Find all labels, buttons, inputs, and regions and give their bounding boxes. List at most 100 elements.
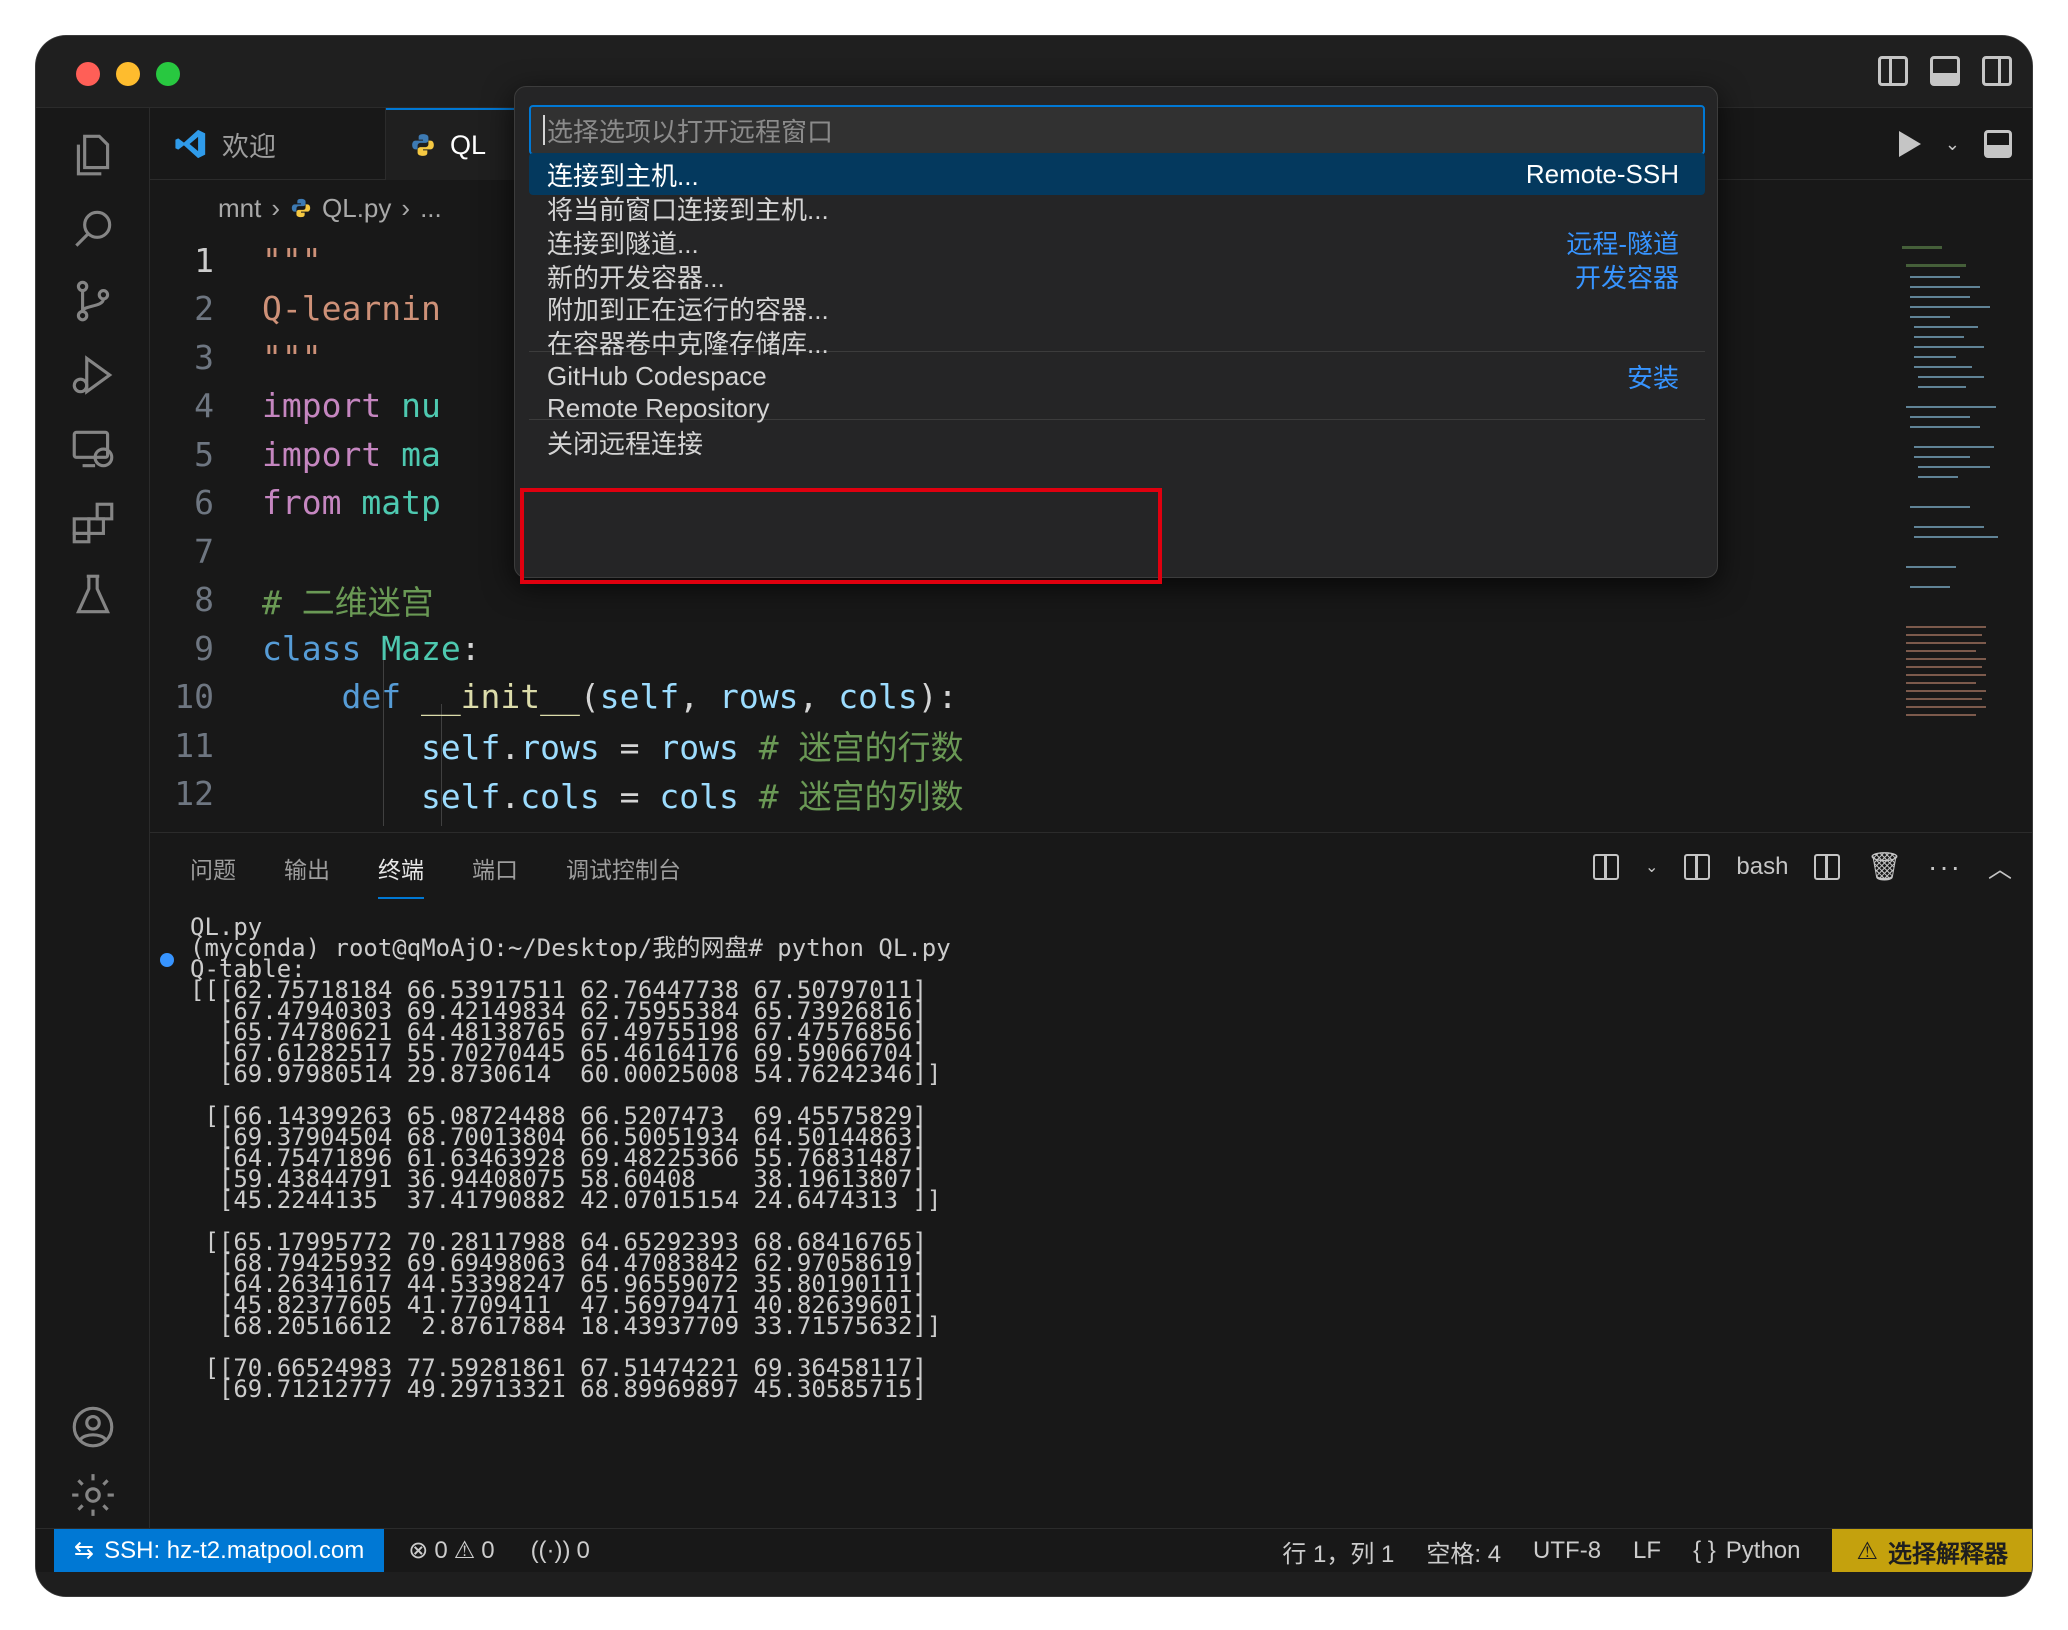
code-token: ( [579, 677, 600, 716]
encoding[interactable]: UTF-8 [1533, 1537, 1601, 1565]
cursor-position[interactable]: 行 1，列 1 [1282, 1534, 1394, 1569]
minimap[interactable] [1902, 246, 2012, 826]
code-line[interactable]: 9 class Maze: [150, 624, 481, 672]
code-token: self [599, 677, 680, 716]
line-number: 3 [194, 337, 214, 377]
settings-gear-icon[interactable] [68, 1470, 118, 1520]
code-text: Q-learnin [262, 289, 441, 328]
source-control-icon[interactable] [68, 276, 118, 326]
more-actions-icon[interactable]: ··· [1928, 851, 1962, 883]
code-line[interactable]: 8 # 二维迷宫 [150, 576, 434, 624]
toggle-panel-icon[interactable] [1930, 56, 1960, 86]
interpreter-label: 选择解释器 [1888, 1540, 2008, 1568]
terminal-line: [59.43844791 36.94408075 58.60408 38.196… [190, 1165, 927, 1193]
line-number: 5 [194, 434, 214, 474]
tab-debug-console[interactable]: 调试控制台 [566, 851, 681, 899]
language-mode[interactable]: { } Python [1693, 1537, 1800, 1565]
code-line[interactable]: 5 import ma [150, 430, 441, 478]
select-interpreter-button[interactable]: ⚠ 选择解释器 [1832, 1529, 2032, 1573]
code-line[interactable]: 2 Q-learnin [150, 285, 441, 333]
terminal-line: [67.61282517 55.70270445 65.46164176 69.… [190, 1039, 927, 1067]
vscode-logo-icon [175, 129, 206, 159]
code-token: """ [262, 337, 322, 377]
code-token: """ [262, 240, 322, 280]
maximize-panel-icon[interactable]: ︿ [1988, 849, 2012, 884]
bottom-panel: 问题 输出 终端 端口 调试控制台 ⌄ bash 🗑 ··· ︿ QL.py (m… [150, 832, 2032, 1562]
breadcrumb-root[interactable]: mnt [218, 193, 261, 224]
code-token: . [500, 776, 521, 816]
code-line[interactable]: 3 """ [150, 333, 322, 381]
line-number: 11 [174, 725, 214, 765]
code-line[interactable]: 12 self.cols = cols # 迷宫的列数 [150, 770, 963, 818]
tab-welcome[interactable]: 欢迎 [150, 108, 386, 180]
terminal-line: [67.47940303 69.42149834 62.75955384 65.… [190, 997, 927, 1025]
terminal-line: [65.74780621 64.48138765 67.49755198 67.… [190, 1018, 927, 1046]
terminal-output[interactable]: QL.py (myconda) root@qMoAjO:~/Desktop/我的网… [190, 913, 951, 1403]
remote-explorer-icon[interactable] [68, 424, 118, 474]
tab-terminal[interactable]: 终端 [378, 851, 424, 899]
breadcrumb-more[interactable]: ... [420, 193, 442, 224]
code-token: cols [838, 677, 918, 716]
code-token: , [798, 677, 839, 716]
terminal-line: (myconda) root@qMoAjO:~/Desktop/我的网盘# py… [190, 934, 951, 962]
code-token: = [599, 776, 660, 816]
code-line[interactable]: 1 """ [150, 236, 322, 284]
accounts-icon[interactable] [68, 1402, 118, 1452]
chevron-down-icon[interactable]: ⌄ [1645, 857, 1658, 877]
split-terminal-icon[interactable] [1814, 853, 1841, 880]
close-window-button[interactable] [76, 62, 100, 86]
code-token: self [262, 728, 501, 767]
remote-indicator[interactable]: ⇆ SSH: hz-t2.matpool.com [54, 1528, 385, 1573]
indentation[interactable]: 空格: 4 [1426, 1534, 1501, 1569]
run-python-file-icon[interactable] [1898, 131, 1921, 157]
highlight-box [520, 488, 1162, 584]
breadcrumb-file[interactable]: QL.py [322, 193, 391, 224]
code-text: class Maze: [262, 629, 481, 668]
problems-indicator[interactable]: ⊗ 0 ⚠ 0 [408, 1536, 494, 1565]
code-line[interactable]: 4 import nu [150, 382, 441, 430]
terminal-line: [64.26341617 44.53398247 65.96559072 35.… [190, 1270, 927, 1298]
quick-pick-placeholder: 选择选项以打开远程窗口 [547, 116, 834, 147]
code-text: self.cols = cols # 迷宫的列数 [262, 770, 964, 818]
extensions-icon[interactable] [68, 498, 118, 548]
zoom-window-button[interactable] [156, 62, 180, 86]
command-decoration-icon[interactable] [160, 953, 174, 967]
toggle-primary-sidebar-icon[interactable] [1878, 56, 1908, 86]
code-token: class [262, 628, 362, 668]
terminal-shell-name[interactable]: bash [1736, 853, 1788, 881]
code-token: ma [381, 434, 441, 474]
chevron-right-icon: › [271, 192, 281, 223]
vscode-window: 欢迎 QL ⌄ mnt › QL.py › ... 1 """ 2 Q-learnin… [36, 36, 2032, 1596]
code-line[interactable]: 6 from matp [150, 479, 441, 527]
code-text: from matp [262, 483, 441, 522]
run-debug-icon[interactable] [68, 350, 118, 400]
quick-pick-item[interactable]: 关闭远程连接 [529, 421, 1705, 463]
trash-icon[interactable]: 🗑 [1866, 850, 1902, 883]
code-line[interactable]: 11 self.rows = rows # 迷宫的行数 [150, 721, 963, 769]
code-line[interactable]: 7 [150, 527, 262, 575]
chevron-down-icon[interactable]: ⌄ [1945, 134, 1960, 155]
quick-pick-input[interactable]: 选择选项以打开远程窗口 [529, 105, 1705, 155]
panel-tabs: 问题 输出 终端 端口 调试控制台 [190, 851, 681, 899]
explorer-icon[interactable] [68, 130, 118, 180]
testing-icon[interactable] [68, 570, 118, 620]
line-number: 9 [194, 628, 214, 668]
toggle-secondary-sidebar-icon[interactable] [1982, 56, 2012, 86]
braces-icon: { } [1693, 1537, 1716, 1564]
code-token: from [262, 483, 342, 522]
search-icon[interactable] [68, 204, 118, 254]
code-token: # 二维迷宫 [262, 582, 434, 622]
terminal-line: [[[62.75718184 66.53917511 62.76447738 6… [190, 976, 927, 1004]
code-line[interactable]: 10 def __init__(self, rows, cols): [150, 673, 957, 721]
line-number: 1 [194, 240, 214, 280]
ports-indicator[interactable]: ((·)) 0 [531, 1537, 590, 1565]
tab-problems[interactable]: 问题 [190, 851, 236, 899]
split-editor-icon[interactable] [1984, 130, 2012, 158]
tab-ports[interactable]: 端口 [472, 851, 518, 899]
new-terminal-split-icon[interactable] [1593, 853, 1620, 880]
minimize-window-button[interactable] [116, 62, 140, 86]
code-token: nu [381, 386, 441, 425]
end-of-line[interactable]: LF [1633, 1537, 1661, 1565]
terminal-line: [64.75471896 61.63463928 69.48225366 55.… [190, 1144, 927, 1172]
tab-output[interactable]: 输出 [284, 851, 330, 899]
